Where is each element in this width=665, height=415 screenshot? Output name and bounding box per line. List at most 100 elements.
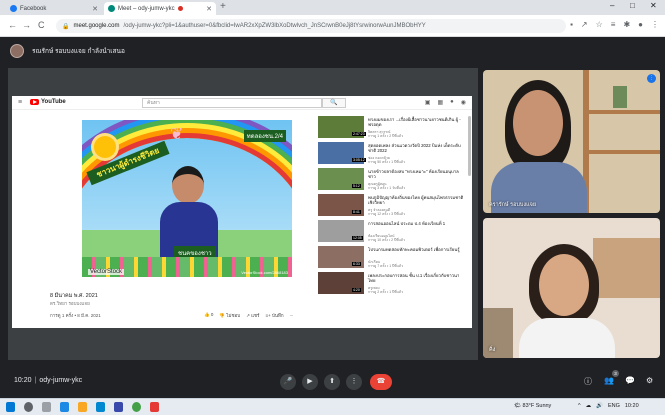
more-options-button[interactable]: ⋮ — [346, 374, 362, 390]
tab-facebook[interactable]: Facebook ✕ — [6, 2, 102, 15]
presenter-banner: รณรักษ์ รอบบงแจย กำลังนำเสนอ — [0, 38, 665, 64]
main-video-player[interactable]: ❦ ชาวนาผู้ดำรงชีวิตย ทดลองชน.2/4 ชนคของช… — [82, 120, 292, 277]
presenter-banner-text: รณรักษ์ รอบบงแจย กำลังนำเสนอ — [32, 48, 125, 55]
maximize-button[interactable]: □ — [630, 1, 635, 10]
suggested-video[interactable]: 6:33 โปรแกรมทดสอบทักษะคอมพิวเตอร์ เพื่อก… — [318, 246, 468, 268]
suggested-video[interactable]: 4:20 เพลงประกอบการสอน ชั้น ป.1 เรื่องเกี… — [318, 272, 468, 294]
leave-call-button[interactable]: ☎ — [370, 374, 392, 390]
weather-widget[interactable]: 🌤 83°F Sunny — [514, 403, 551, 409]
more-actions-button[interactable]: ... — [290, 312, 294, 319]
account-avatar-icon[interactable]: ◉ — [461, 99, 466, 106]
dislike-button[interactable]: 👎 ไม่ชอบ — [219, 312, 240, 319]
notifications-bell-icon[interactable]: ● — [450, 99, 454, 106]
participant-tile[interactable]: ⋮ ครารักษ์ รอบบงแจย — [483, 70, 660, 213]
forward-button[interactable]: → — [22, 20, 31, 30]
suggested-title[interactable]: การสอนออนไลน์ ประถม ป.4 ห้องเรียนที่ 1 — [368, 221, 464, 226]
like-button[interactable]: 👍 0 — [204, 312, 213, 319]
suggested-title[interactable]: เพลงประกอบการสอน ชั้น ป.1 เรื่องเกี่ยวกั… — [368, 273, 464, 283]
browser-tab-strip: Facebook ✕ Meet – ody-jumw-ykc ✕ + – □ ✕ — [0, 0, 665, 15]
video-channel[interactable]: ดร.วิทยา รอบบงแจย — [50, 300, 90, 307]
close-window-button[interactable]: ✕ — [650, 1, 657, 10]
youtube-header-icons: ▣ ▦ ● ◉ — [425, 99, 466, 106]
menu-kebab-icon[interactable]: ⋮ — [651, 20, 659, 29]
video-duration: 8:41 — [352, 210, 361, 214]
video-actions: 👍 0 👎 ไม่ชอบ ↗ แชร์ ≡+ บันทึก ... — [204, 312, 293, 319]
save-button[interactable]: ≡+ บันทึก — [265, 312, 283, 319]
youtube-logo[interactable]: YouTube — [30, 99, 66, 105]
plant-graphic — [613, 86, 627, 108]
camera-button[interactable]: ▶ — [302, 374, 318, 390]
youtube-search-button[interactable]: 🔍 — [322, 98, 346, 108]
language-indicator[interactable]: ENG — [608, 403, 620, 409]
mail-icon[interactable] — [114, 402, 123, 412]
star-icon[interactable]: ☆ — [596, 20, 603, 29]
close-tab-icon[interactable]: ✕ — [206, 5, 212, 13]
bookshelf-graphic — [583, 110, 660, 114]
share-button[interactable]: ↗ แชร์ — [246, 312, 259, 319]
url-input[interactable]: 🔒 meet.google.com/ody-jumw-ykc?pli=1&aut… — [56, 19, 566, 33]
participant-face — [513, 90, 563, 156]
suggested-videos-list: 2:47:23 ทรงผมของเรา ...เรื่องผีเสื้อชาวน… — [318, 116, 468, 298]
edge-browser-icon[interactable] — [60, 402, 69, 412]
recording-icon — [177, 6, 183, 11]
system-tray: ^ ☁ 🔊 ENG 10:20 — [578, 403, 639, 409]
onedrive-icon[interactable]: ☁ — [586, 403, 592, 409]
suggested-video[interactable]: 8:41 พบภูมิปัญญาท้องถิ่นของไทย ผู้คนสมุน… — [318, 194, 468, 216]
suggested-title[interactable]: พบภูมิปัญญาท้องถิ่นของไทย ผู้คนสมุนไพรธร… — [368, 195, 464, 205]
chat-button[interactable]: 💬 — [625, 376, 635, 385]
meet-favicon-icon — [108, 5, 115, 12]
suggested-title[interactable]: ทรงผมของเรา ...เรื่องผีเสื้อชาวนาเยาวชนด… — [368, 117, 464, 127]
puzzle-icon[interactable]: ✱ — [623, 20, 630, 29]
participant-name: ครารักษ์ รอบบงแจย — [489, 202, 537, 208]
store-icon[interactable] — [96, 402, 105, 412]
back-button[interactable]: ← — [8, 20, 17, 30]
tab-meet[interactable]: Meet – ody-jumw-ykc ✕ — [104, 2, 216, 15]
profile-avatar-icon[interactable]: ● — [638, 20, 643, 29]
suggested-title[interactable]: นายข้าวปลาต้องสบ "ทรงเหมาะ" ห้องเรียนอนุ… — [368, 169, 464, 179]
participant-tile[interactable]: คิ่ง — [483, 218, 660, 358]
people-button[interactable]: 👥 — [604, 376, 614, 385]
suggested-title[interactable]: โปรแกรมทดสอบทักษะคอมพิวเตอร์ เพื่อการเรี… — [368, 247, 464, 252]
suggested-video[interactable]: 3:05:12 สุดยอดเพลง ส่วนแวดวงวัดปี 2022 ป… — [318, 142, 468, 164]
suggested-meta: การดู 1 ครั้ง • 2 ปีที่แล้ว — [368, 134, 404, 138]
volume-icon[interactable]: 🔊 — [596, 403, 603, 409]
apps-grid-icon[interactable]: ▦ — [437, 99, 443, 106]
close-tab-icon[interactable]: ✕ — [92, 5, 98, 13]
suggested-video[interactable]: 5:12 นายข้าวปลาต้องสบ "ทรงเหมาะ" ห้องเรี… — [318, 168, 468, 190]
participant-count-badge: 3 — [612, 370, 619, 377]
chrome-icon[interactable] — [132, 402, 141, 412]
suggested-video[interactable]: 12:05 การสอนออนไลน์ ประถม ป.4 ห้องเรียนท… — [318, 220, 468, 242]
windows-taskbar: 🌤 83°F Sunny ^ ☁ 🔊 ENG 10:20 — [0, 398, 665, 415]
suggested-meta: การดู 10 ครั้ง • 2 ปีที่แล้ว — [368, 238, 405, 242]
activities-button[interactable]: ⚙ — [646, 376, 653, 385]
camera-permission-icon[interactable]: ▪ — [570, 20, 573, 29]
hamburger-menu-icon[interactable]: ≡ — [18, 99, 22, 106]
suggested-title[interactable]: สุดยอดเพลง ส่วนแวดวงวัดปี 2022 ปีแห่ง เด… — [368, 143, 464, 153]
suggested-meta: การดู 3 ครั้ง • 1 วันที่แล้ว — [368, 186, 406, 190]
windows-start-icon[interactable] — [6, 402, 15, 412]
share-icon[interactable]: ↗ — [581, 20, 588, 29]
video-top-label: ทดลองชน.2/4 — [243, 130, 286, 142]
present-now-button[interactable]: ⬆ — [324, 374, 340, 390]
clock[interactable]: 10:20 — [625, 403, 639, 409]
microphone-button[interactable]: 🎤 — [280, 374, 296, 390]
media-icon[interactable] — [150, 402, 159, 412]
search-icon[interactable] — [24, 402, 33, 412]
video-duration: 2:47:23 — [352, 132, 366, 136]
new-tab-button[interactable]: + — [220, 1, 226, 12]
youtube-scrollbar[interactable] — [468, 116, 471, 176]
task-view-icon[interactable] — [42, 402, 51, 412]
youtube-search-input[interactable]: ค้นหา — [142, 98, 322, 108]
url-path: /ody-jumw-ykc?pli=1&authuser=0&fbclid=Iw… — [123, 23, 426, 29]
participant-options-icon[interactable]: ⋮ — [647, 74, 656, 83]
meeting-details-button[interactable]: ⓘ — [584, 376, 592, 387]
minimize-button[interactable]: – — [610, 1, 614, 10]
tray-expand-icon[interactable]: ^ — [578, 403, 581, 409]
tab-label: Meet – ody-jumw-ykc — [118, 5, 175, 12]
reload-button[interactable]: C — [38, 20, 45, 30]
suggested-video[interactable]: 2:47:23 ทรงผมของเรา ...เรื่องผีเสื้อชาวน… — [318, 116, 468, 138]
file-explorer-icon[interactable] — [78, 402, 87, 412]
extensions-icon[interactable]: ≡ — [611, 20, 616, 29]
create-video-icon[interactable]: ▣ — [425, 99, 431, 106]
meeting-info: 10:20 | ody-jumw-ykc — [14, 377, 82, 384]
